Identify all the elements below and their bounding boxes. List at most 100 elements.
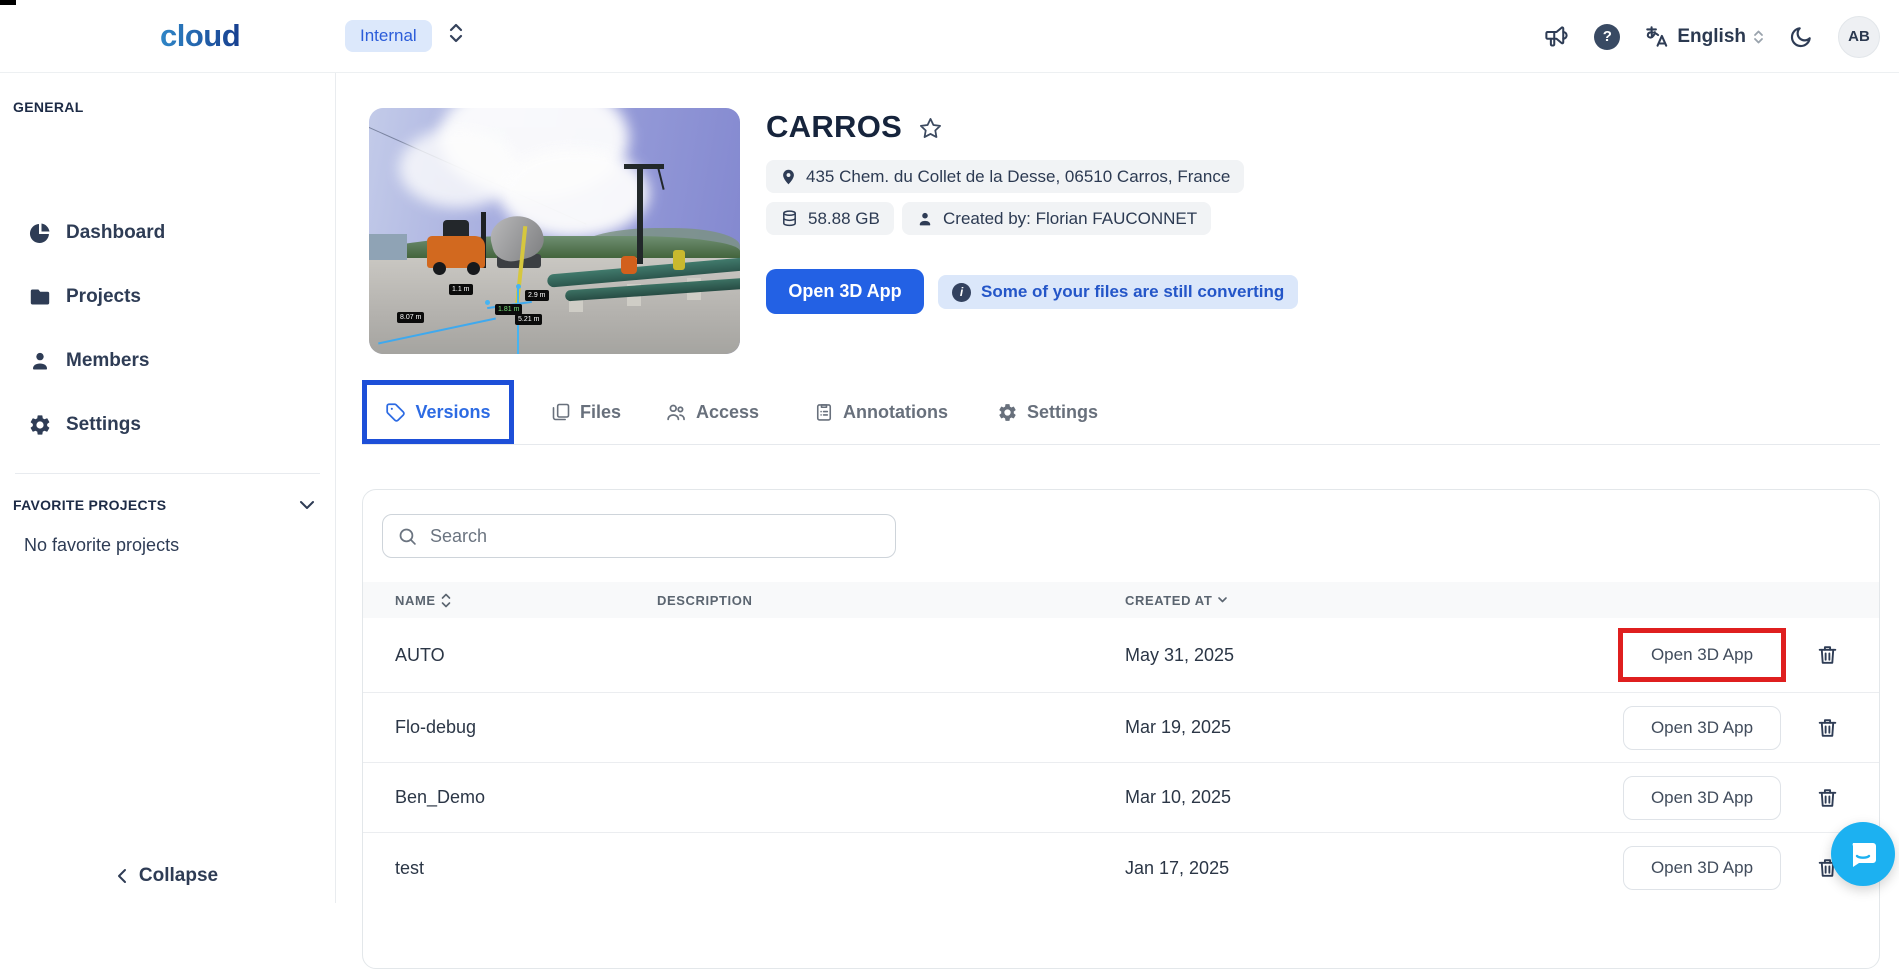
thumbnail-wheel [467, 262, 480, 275]
favorite-star-icon[interactable] [918, 116, 943, 141]
thumbnail-building [369, 234, 407, 260]
tab-annotations[interactable]: Annotations [814, 380, 948, 444]
person-icon [28, 349, 52, 373]
sidebar-item-members[interactable]: Members [0, 329, 335, 393]
column-label: CREATED AT [1125, 592, 1213, 608]
open-3d-app-button[interactable]: Open 3D App [766, 269, 924, 314]
database-icon [780, 209, 799, 228]
project-header: CARROS [766, 109, 943, 145]
main-content: 1.1 m 2.9 m 1.81 m 8.07 m 5.21 m CARROS … [336, 73, 1899, 969]
version-name: Ben_Demo [395, 787, 486, 807]
versions-panel: NAME DESCRIPTION CREATED AT AUTO May 31,… [362, 489, 1880, 969]
column-header-created-at[interactable]: CREATED AT [1125, 582, 1228, 618]
table-row[interactable]: test Jan 17, 2025 Open 3D App [363, 833, 1879, 903]
measure-label: 8.07 m [397, 312, 425, 323]
tab-files[interactable]: Files [551, 380, 621, 444]
thumbnail-valve [673, 250, 685, 270]
sidebar-item-label: Dashboard [66, 222, 166, 243]
sidebar-item-projects[interactable]: Projects [0, 265, 335, 329]
screen-corner-artifact [0, 0, 16, 5]
open-3d-app-row-button[interactable]: Open 3D App [1623, 846, 1781, 890]
location-pin-icon [780, 167, 797, 187]
language-selector[interactable]: English [1644, 24, 1764, 50]
creator-badge: Created by: Florian FAUCONNET [902, 202, 1212, 235]
announcements-icon[interactable] [1543, 23, 1570, 50]
avatar[interactable]: AB [1838, 15, 1880, 58]
trash-icon [1818, 718, 1837, 737]
folder-icon [28, 285, 52, 309]
column-label: NAME [395, 592, 436, 608]
delete-version-button[interactable] [1815, 643, 1840, 668]
favorite-projects-header[interactable]: FAVORITE PROJECTS [13, 497, 315, 513]
sort-down-icon [1218, 597, 1228, 603]
tab-access[interactable]: Access [665, 380, 759, 444]
chat-widget-button[interactable] [1831, 822, 1895, 886]
gear-icon [997, 402, 1018, 423]
column-header-name[interactable]: NAME [395, 582, 451, 618]
table-row[interactable]: Ben_Demo Mar 10, 2025 Open 3D App [363, 763, 1879, 833]
tabbar-divider [362, 444, 1880, 445]
workspace-badge[interactable]: Internal [345, 20, 432, 52]
converting-notice-text: Some of your files are still converting [981, 282, 1285, 301]
workspace-selector-icon[interactable] [448, 22, 464, 44]
clipboard-icon [814, 402, 834, 422]
delete-version-button[interactable] [1815, 785, 1840, 810]
users-icon [665, 401, 687, 423]
topbar-actions: ? English AB [1543, 0, 1880, 73]
table-row[interactable]: AUTO May 31, 2025 Open 3D App [363, 618, 1879, 693]
storage-size-badge: 58.88 GB [766, 202, 894, 235]
table-row[interactable]: Flo-debug Mar 19, 2025 Open 3D App [363, 693, 1879, 763]
thumbnail-valve [621, 256, 637, 274]
sidebar-nav: Dashboard Projects Members Settings [0, 201, 335, 457]
project-thumbnail[interactable]: 1.1 m 2.9 m 1.81 m 8.07 m 5.21 m [369, 108, 740, 354]
collapse-sidebar-button[interactable]: Collapse [0, 865, 335, 887]
tab-settings[interactable]: Settings [997, 380, 1098, 444]
annotation-red-box: Open 3D App [1618, 628, 1786, 682]
favorites-empty-text: No favorite projects [24, 535, 180, 555]
app-logo[interactable]: cloud [160, 18, 241, 54]
person-icon [916, 210, 934, 228]
search-icon [397, 526, 418, 547]
open-3d-app-row-button[interactable]: Open 3D App [1623, 705, 1781, 750]
tab-label: Annotations [843, 401, 948, 422]
thumbnail-wheel [433, 262, 446, 275]
version-created-at: Jan 17, 2025 [1125, 857, 1230, 878]
column-label: DESCRIPTION [657, 592, 753, 608]
version-created-at: Mar 10, 2025 [1125, 787, 1232, 807]
tab-label: Settings [1027, 401, 1099, 422]
measure-label: 2.9 m [525, 290, 549, 301]
column-header-description[interactable]: DESCRIPTION [657, 582, 752, 618]
version-name: AUTO [395, 644, 445, 665]
sidebar-item-dashboard[interactable]: Dashboard [0, 201, 335, 265]
trash-icon [1818, 646, 1837, 664]
search-box [382, 514, 896, 558]
tab-label: Files [580, 401, 622, 422]
sidebar: GENERAL Dashboard Projects Members Setti… [0, 73, 336, 903]
pie-chart-icon [28, 221, 52, 245]
help-icon[interactable]: ? [1594, 23, 1621, 50]
measure-label: 5.21 m [515, 314, 543, 325]
files-icon [551, 402, 571, 422]
delete-version-button[interactable] [1815, 715, 1840, 740]
open-3d-app-row-button[interactable]: Open 3D App [1623, 633, 1781, 677]
converting-notice: i Some of your files are still convertin… [938, 275, 1299, 309]
sidebar-item-settings[interactable]: Settings [0, 393, 335, 457]
measure-label: 1.1 m [449, 284, 473, 295]
sidebar-divider [15, 473, 320, 474]
storage-size-text: 58.88 GB [808, 208, 880, 228]
chat-bubble-icon [1852, 843, 1876, 867]
version-created-at: May 31, 2025 [1125, 644, 1235, 665]
favorite-projects-label: FAVORITE PROJECTS [13, 497, 167, 513]
tab-versions[interactable]: Versions [362, 380, 514, 444]
version-name: test [395, 857, 425, 878]
search-input[interactable] [430, 525, 881, 547]
translate-icon [1644, 24, 1670, 50]
open-3d-app-row-button[interactable]: Open 3D App [1623, 775, 1781, 820]
info-icon: i [952, 282, 971, 302]
chevron-down-icon [300, 501, 314, 509]
dark-mode-icon[interactable] [1788, 24, 1814, 50]
collapse-label: Collapse [138, 865, 219, 886]
trash-icon [1818, 788, 1837, 807]
tab-label: Versions [415, 401, 491, 422]
thumbnail-measure-point [485, 300, 490, 305]
